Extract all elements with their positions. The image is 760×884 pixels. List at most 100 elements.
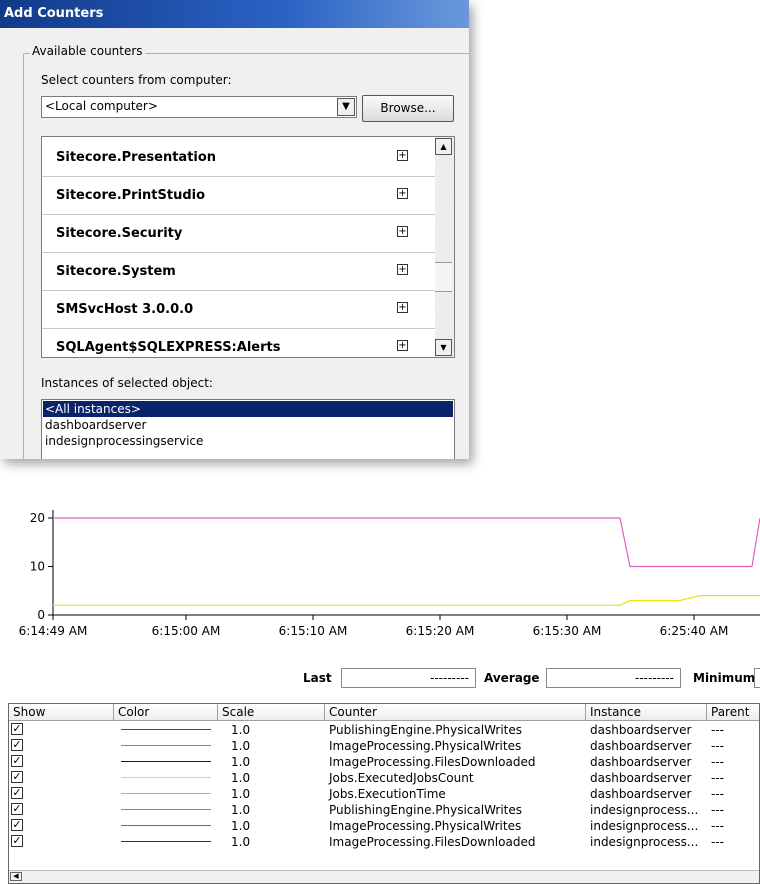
x-tick-label: 6:15:10 AM <box>279 624 348 638</box>
counter-cell: Jobs.ExecutionTime <box>329 787 446 801</box>
column-header-color[interactable]: Color <box>114 704 218 721</box>
parent-cell: --- <box>711 787 724 801</box>
object-name: Sitecore.Security <box>56 226 183 241</box>
parent-cell: --- <box>711 771 724 785</box>
object-row[interactable]: Sitecore.Security + <box>42 215 435 253</box>
scale-cell: 1.0 <box>231 739 251 753</box>
scroll-down-icon[interactable]: ▼ <box>435 339 452 356</box>
expand-icon[interactable]: + <box>397 226 408 237</box>
color-swatch <box>121 745 211 746</box>
expand-icon[interactable]: + <box>397 302 408 313</box>
instances-list[interactable]: <All instances> dashboardserver indesign… <box>41 399 455 459</box>
show-checkbox[interactable]: ✓ <box>11 803 23 815</box>
show-checkbox[interactable]: ✓ <box>11 835 23 847</box>
table-row[interactable]: ✓ 1.0 ImageProcessing.PhysicalWrites dashbo… <box>9 738 759 754</box>
computer-select-value: <Local computer> <box>45 99 158 113</box>
browse-button[interactable]: Browse... <box>362 95 454 122</box>
instance-cell: indesignprocess... <box>590 835 699 849</box>
expand-icon[interactable]: + <box>397 150 408 161</box>
object-name: Sitecore.PrintStudio <box>56 188 206 203</box>
counter-object-list[interactable]: Sitecore.Presentation + Sitecore.PrintSt… <box>41 136 455 358</box>
object-name: Sitecore.Presentation <box>56 150 217 165</box>
scale-cell: 1.0 <box>231 803 251 817</box>
performance-chart: 20 10 0 6:14:49 AM 6:15:00 AM 6:15:10 AM 6:15:… <box>0 495 760 655</box>
object-row[interactable]: Sitecore.Presentation + <box>42 139 435 177</box>
table-row[interactable]: ✓ 1.0 ImageProcessing.FilesDownloaded indes… <box>9 834 759 850</box>
table-row[interactable]: ✓ 1.0 ImageProcessing.PhysicalWrites indesi… <box>9 818 759 834</box>
counter-cell: ImageProcessing.PhysicalWrites <box>329 819 522 833</box>
color-swatch <box>121 729 211 730</box>
scroll-thumb[interactable] <box>435 262 452 292</box>
color-swatch <box>121 825 211 826</box>
counter-cell: ImageProcessing.FilesDownloaded <box>329 755 536 769</box>
show-checkbox[interactable]: ✓ <box>11 723 23 735</box>
x-tick-label: 6:15:20 AM <box>406 624 475 638</box>
color-swatch <box>121 761 211 762</box>
instance-item[interactable]: <All instances> <box>43 401 453 417</box>
show-checkbox[interactable]: ✓ <box>11 771 23 783</box>
instance-cell: dashboardserver <box>590 739 692 753</box>
counter-cell: ImageProcessing.PhysicalWrites <box>329 739 522 753</box>
x-tick-label: 6:15:30 AM <box>533 624 602 638</box>
instance-cell: dashboardserver <box>590 771 692 785</box>
show-checkbox[interactable]: ✓ <box>11 787 23 799</box>
scale-cell: 1.0 <box>231 755 251 769</box>
object-list-scrollbar[interactable]: ▲ ▼ <box>435 137 454 357</box>
table-horizontal-scrollbar[interactable]: ◀ <box>9 870 759 883</box>
table-row[interactable]: ✓ 1.0 Jobs.ExecutedJobsCount dashboardserve… <box>9 770 759 786</box>
column-header-parent[interactable]: Parent <box>707 704 759 721</box>
color-swatch <box>121 793 211 794</box>
scroll-up-icon[interactable]: ▲ <box>435 138 452 155</box>
expand-icon[interactable]: + <box>397 188 408 199</box>
parent-cell: --- <box>711 723 724 737</box>
counter-cell: ImageProcessing.FilesDownloaded <box>329 835 536 849</box>
table-row[interactable]: ✓ 1.0 Jobs.ExecutionTime dashboardserver --- <box>9 786 759 802</box>
expand-icon[interactable]: + <box>397 340 408 351</box>
instance-cell: dashboardserver <box>590 787 692 801</box>
parent-cell: --- <box>711 755 724 769</box>
object-row[interactable]: Sitecore.PrintStudio + <box>42 177 435 215</box>
object-row[interactable]: SMSvcHost 3.0.0.0 + <box>42 291 435 329</box>
y-tick-label: 20 <box>30 511 45 525</box>
column-header-instance[interactable]: Instance <box>586 704 707 721</box>
dialog-title: Add Counters <box>0 0 469 28</box>
column-header-counter[interactable]: Counter <box>325 704 586 721</box>
scale-cell: 1.0 <box>231 723 251 737</box>
counter-cell: PublishingEngine.PhysicalWrites <box>329 723 523 737</box>
scale-cell: 1.0 <box>231 819 251 833</box>
last-value-box: --------- <box>341 668 476 688</box>
object-row[interactable]: Sitecore.System + <box>42 253 435 291</box>
computer-select[interactable]: <Local computer> ▼ <box>41 96 357 118</box>
select-computer-label: Select counters from computer: <box>41 73 232 87</box>
color-swatch <box>121 777 211 778</box>
scroll-left-icon[interactable]: ◀ <box>10 872 22 881</box>
instance-cell: dashboardserver <box>590 723 692 737</box>
x-tick-label: 6:25:40 AM <box>660 624 729 638</box>
show-checkbox[interactable]: ✓ <box>11 755 23 767</box>
y-tick-label: 10 <box>30 560 45 574</box>
counter-table[interactable]: Show Color Scale Counter Instance Parent… <box>8 703 760 884</box>
instance-item[interactable]: indesignprocessingservice <box>43 433 453 449</box>
chart-plot: 20 10 0 6:14:49 AM 6:15:00 AM 6:15:10 AM 6:15:… <box>19 510 760 638</box>
column-header-scale[interactable]: Scale <box>218 704 325 721</box>
parent-cell: --- <box>711 819 724 833</box>
table-row[interactable]: ✓ 1.0 PublishingEngine.PhysicalWrites indes… <box>9 802 759 818</box>
table-row[interactable]: ✓ 1.0 PublishingEngine.PhysicalWrites dashb… <box>9 722 759 738</box>
object-row[interactable]: SQLAgent$SQLEXPRESS:Alerts + <box>42 329 435 367</box>
expand-icon[interactable]: + <box>397 264 408 275</box>
column-header-show[interactable]: Show <box>9 704 114 721</box>
object-name: SMSvcHost 3.0.0.0 <box>56 302 194 317</box>
instance-item[interactable]: dashboardserver <box>43 417 453 433</box>
instance-cell: indesignprocess... <box>590 803 699 817</box>
show-checkbox[interactable]: ✓ <box>11 819 23 831</box>
x-tick-label: 6:15:00 AM <box>152 624 221 638</box>
counter-cell: Jobs.ExecutedJobsCount <box>329 771 474 785</box>
minimum-value-box <box>754 668 760 688</box>
show-checkbox[interactable]: ✓ <box>11 739 23 751</box>
parent-cell: --- <box>711 835 724 849</box>
add-counters-dialog: Add Counters Available counters Select c… <box>0 0 469 459</box>
y-tick-label: 0 <box>37 608 45 622</box>
table-row[interactable]: ✓ 1.0 ImageProcessing.FilesDownloaded dashb… <box>9 754 759 770</box>
dropdown-arrow-icon[interactable]: ▼ <box>337 98 355 116</box>
x-tick-label: 6:14:49 AM <box>19 624 88 638</box>
